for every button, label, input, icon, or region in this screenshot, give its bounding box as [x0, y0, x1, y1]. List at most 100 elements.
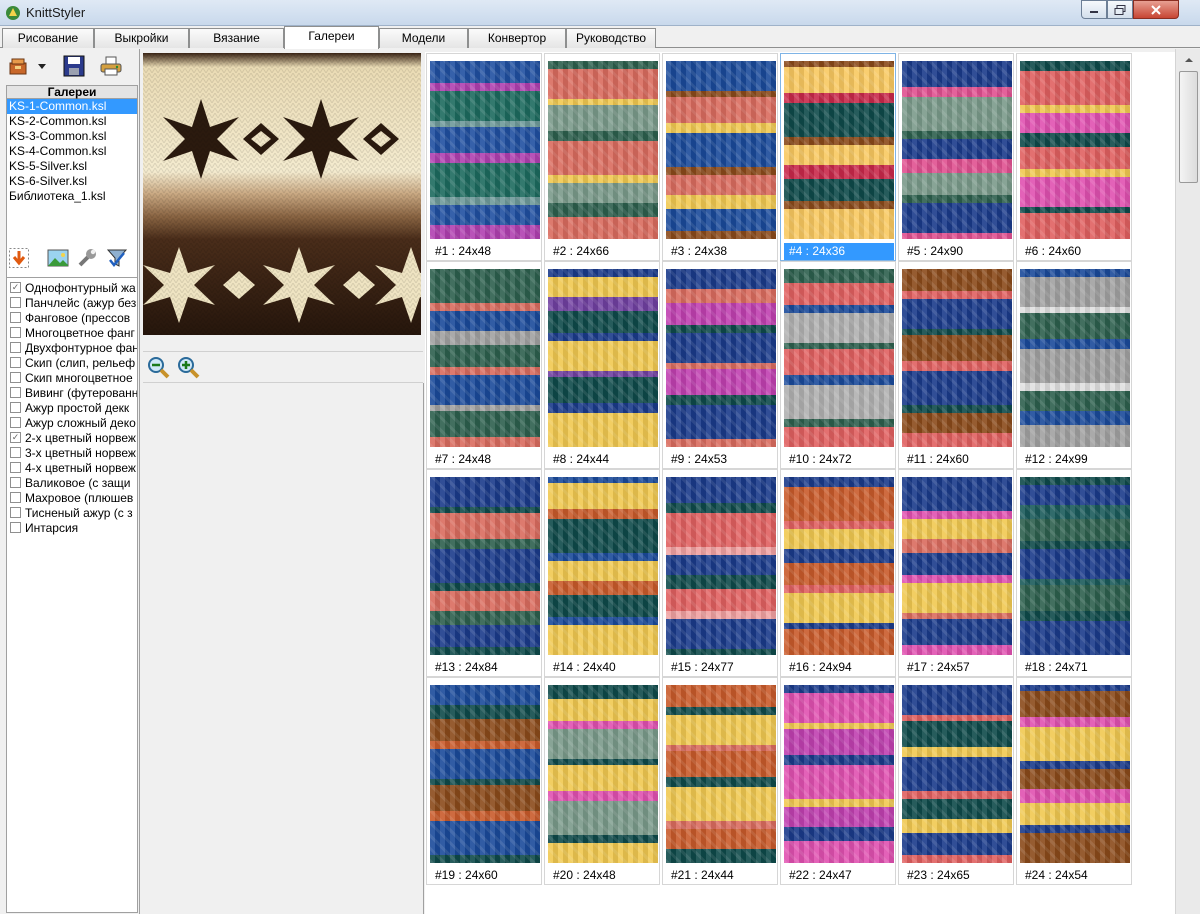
category-item[interactable]: ✓ 2-х цветный норвеж: [7, 430, 137, 445]
category-checkbox[interactable]: [10, 357, 21, 368]
minimize-button[interactable]: [1081, 0, 1107, 19]
category-item[interactable]: Тисненый ажур (с з: [7, 505, 137, 520]
category-item[interactable]: Скип многоцветное: [7, 370, 137, 385]
pattern-gallery-grid: #1 : 24x48 #2 : 24x66 #3 : 24x38 #4 : 24x36…: [425, 52, 1175, 914]
category-item[interactable]: Фанговое (прессов: [7, 310, 137, 325]
pattern-thumbnail[interactable]: #17 : 24x57: [898, 469, 1014, 677]
category-list[interactable]: ✓ Однофонтурный жа Панчлейс (ажур без Фан…: [6, 277, 138, 913]
category-checkbox[interactable]: [10, 492, 21, 503]
vertical-scrollbar[interactable]: [1175, 49, 1200, 914]
gallery-item[interactable]: Библиотека_1.ksl: [7, 189, 137, 204]
pattern-thumbnail[interactable]: #24 : 24x54: [1016, 677, 1132, 885]
pattern-thumbnail[interactable]: #3 : 24x38: [662, 53, 778, 261]
import-button[interactable]: [6, 245, 32, 271]
settings-button[interactable]: [74, 245, 100, 271]
category-item[interactable]: 4-х цветный норвеж: [7, 460, 137, 475]
gallery-item[interactable]: KS-6-Silver.ksl: [7, 174, 137, 189]
pattern-thumbnail[interactable]: #21 : 24x44: [662, 677, 778, 885]
category-checkbox[interactable]: [10, 477, 21, 488]
pattern-swatch: [784, 685, 894, 863]
category-checkbox[interactable]: [10, 327, 21, 338]
pattern-thumbnail[interactable]: #7 : 24x48: [426, 261, 542, 469]
pattern-thumbnail[interactable]: #20 : 24x48: [544, 677, 660, 885]
save-button[interactable]: [60, 53, 88, 79]
pattern-thumbnail[interactable]: #19 : 24x60: [426, 677, 542, 885]
maximize-button[interactable]: [1107, 0, 1133, 19]
gallery-item[interactable]: KS-1-Common.ksl: [7, 99, 137, 114]
open-dropdown-button[interactable]: [34, 53, 50, 79]
pattern-thumbnail[interactable]: #2 : 24x66: [544, 53, 660, 261]
category-checkbox[interactable]: [10, 387, 21, 398]
gallery-item[interactable]: KS-5-Silver.ksl: [7, 159, 137, 174]
pattern-thumbnail[interactable]: #5 : 24x90: [898, 53, 1014, 261]
pattern-thumbnail[interactable]: #1 : 24x48: [426, 53, 542, 261]
pattern-caption: #12 : 24x99: [1025, 452, 1088, 466]
tab-patterns-cut[interactable]: Выкройки: [94, 28, 189, 48]
zoom-out-button[interactable]: [144, 353, 172, 381]
pattern-thumbnail[interactable]: #13 : 24x84: [426, 469, 542, 677]
tab-drawing[interactable]: Рисование: [2, 28, 94, 48]
category-item[interactable]: Двухфонтурное фан: [7, 340, 137, 355]
category-checkbox[interactable]: [10, 402, 21, 413]
pattern-thumbnail[interactable]: #18 : 24x71: [1016, 469, 1132, 677]
gallery-item[interactable]: KS-2-Common.ksl: [7, 114, 137, 129]
pattern-swatch: [666, 61, 776, 239]
pattern-swatch: [548, 685, 658, 863]
pattern-thumbnail[interactable]: #6 : 24x60: [1016, 53, 1132, 261]
pattern-thumbnail[interactable]: #8 : 24x44: [544, 261, 660, 469]
category-checkbox[interactable]: [10, 342, 21, 353]
open-button[interactable]: [6, 53, 32, 79]
category-item[interactable]: Вивинг (футерованн: [7, 385, 137, 400]
zoom-in-icon: [178, 357, 200, 379]
category-item[interactable]: ✓ Однофонтурный жа: [7, 280, 137, 295]
category-checkbox[interactable]: ✓: [10, 432, 21, 443]
tab-models[interactable]: Модели: [379, 28, 468, 48]
pattern-thumbnail[interactable]: #23 : 24x65: [898, 677, 1014, 885]
scroll-up-button[interactable]: [1178, 51, 1199, 69]
tab-galleries[interactable]: Галереи: [284, 26, 379, 49]
category-item[interactable]: Интарсия: [7, 520, 137, 535]
filter-button[interactable]: [102, 245, 132, 271]
gallery-item[interactable]: KS-3-Common.ksl: [7, 129, 137, 144]
category-item[interactable]: Валиковое (с защи: [7, 475, 137, 490]
category-checkbox[interactable]: ✓: [10, 282, 21, 293]
pattern-thumbnail[interactable]: #12 : 24x99: [1016, 261, 1132, 469]
pattern-thumbnail[interactable]: #16 : 24x94: [780, 469, 896, 677]
category-checkbox[interactable]: [10, 462, 21, 473]
category-item[interactable]: Панчлейс (ажур без: [7, 295, 137, 310]
category-item[interactable]: Махровое (плюшев: [7, 490, 137, 505]
pattern-thumbnail[interactable]: #15 : 24x77: [662, 469, 778, 677]
category-item[interactable]: Многоцветное фанг: [7, 325, 137, 340]
category-item[interactable]: Ажур простой декк: [7, 400, 137, 415]
scroll-thumb[interactable]: [1179, 71, 1198, 183]
pattern-thumbnail[interactable]: #4 : 24x36: [780, 53, 896, 261]
category-checkbox[interactable]: [10, 297, 21, 308]
category-checkbox[interactable]: [10, 417, 21, 428]
category-checkbox[interactable]: [10, 312, 21, 323]
pattern-thumbnail[interactable]: #22 : 24x47: [780, 677, 896, 885]
pattern-thumbnail[interactable]: #9 : 24x53: [662, 261, 778, 469]
category-checkbox[interactable]: [10, 522, 21, 533]
tab-knitting[interactable]: Вязание: [189, 28, 284, 48]
category-item[interactable]: 3-х цветный норвеж: [7, 445, 137, 460]
image-button[interactable]: [44, 245, 72, 271]
tab-converter[interactable]: Конвертор: [468, 28, 566, 48]
tab-manual[interactable]: Руководство: [566, 28, 656, 48]
category-checkbox[interactable]: [10, 372, 21, 383]
pattern-swatch: [666, 685, 776, 863]
category-label: Махровое (плюшев: [25, 490, 134, 505]
gallery-item[interactable]: KS-4-Common.ksl: [7, 144, 137, 159]
print-button[interactable]: [96, 53, 126, 79]
category-item[interactable]: Скип (слип, рельеф: [7, 355, 137, 370]
knit-preview-svg: [143, 53, 421, 335]
pattern-caption: #24 : 24x54: [1025, 868, 1088, 882]
close-button[interactable]: [1133, 0, 1179, 19]
category-checkbox[interactable]: [10, 447, 21, 458]
category-item[interactable]: Ажур сложный деко: [7, 415, 137, 430]
zoom-in-button[interactable]: [174, 353, 202, 381]
pattern-caption: #1 : 24x48: [435, 244, 492, 258]
pattern-thumbnail[interactable]: #10 : 24x72: [780, 261, 896, 469]
pattern-thumbnail[interactable]: #11 : 24x60: [898, 261, 1014, 469]
category-checkbox[interactable]: [10, 507, 21, 518]
pattern-thumbnail[interactable]: #14 : 24x40: [544, 469, 660, 677]
